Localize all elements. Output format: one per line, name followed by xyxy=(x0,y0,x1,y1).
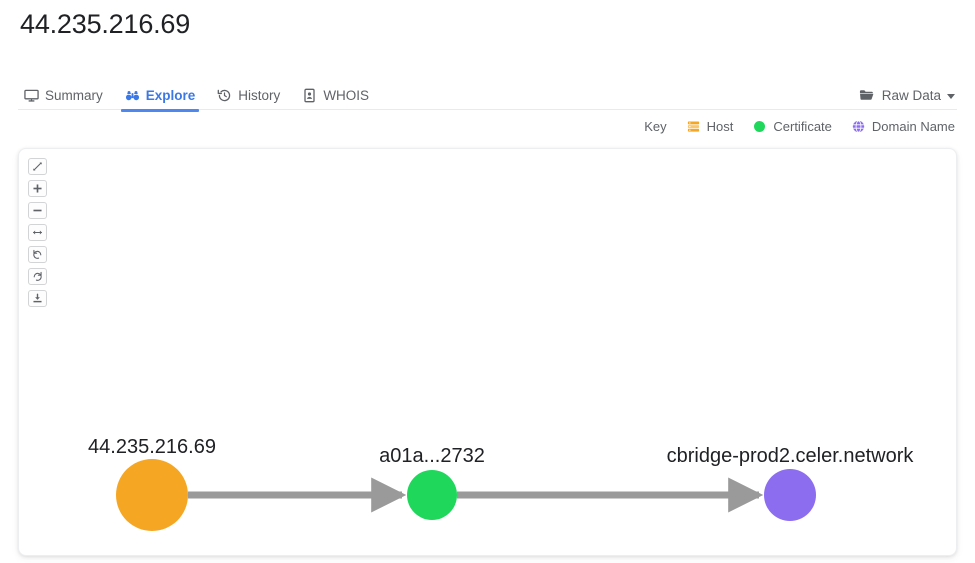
graph-node-domain[interactable] xyxy=(764,469,816,521)
graph-node-domain-label: cbridge-prod2.celer.network xyxy=(667,445,915,467)
legend-item-certificate[interactable]: Certificate xyxy=(753,119,832,134)
tab-explore-label: Explore xyxy=(145,87,196,103)
id-card-icon xyxy=(302,88,317,103)
legend-item-host-label: Host xyxy=(706,119,734,134)
graph-node-labels: 44.235.216.69 a01a...2732 cbridge-prod2.… xyxy=(88,436,914,467)
binoculars-icon xyxy=(125,88,140,103)
graph-node-host[interactable] xyxy=(116,459,188,531)
tab-summary[interactable]: Summary xyxy=(18,82,114,108)
tab-history-label: History xyxy=(238,87,281,103)
graph-zoom-out-button[interactable] xyxy=(28,202,47,219)
graph-canvas[interactable]: 44.235.216.69 a01a...2732 cbridge-prod2.… xyxy=(19,149,956,555)
legend-item-domain[interactable]: Domain Name xyxy=(852,119,955,134)
graph-fit-width-button[interactable] xyxy=(28,224,47,241)
tab-bar: Summary Explore History WHOIS Raw Data xyxy=(18,82,957,112)
globe-icon xyxy=(852,120,865,133)
page-title: 44.235.216.69 xyxy=(20,9,191,39)
tab-history[interactable]: History xyxy=(206,82,291,108)
chevron-down-icon xyxy=(947,93,955,99)
graph-download-button[interactable] xyxy=(28,290,47,307)
raw-data-label: Raw Data xyxy=(881,87,941,103)
legend-item-domain-label: Domain Name xyxy=(871,119,955,134)
server-icon xyxy=(687,120,700,133)
graph-node-certificate-label: a01a...2732 xyxy=(379,445,485,467)
graph-fullscreen-button[interactable] xyxy=(28,158,47,175)
graph-toolbar xyxy=(28,158,47,307)
circle-icon xyxy=(753,120,766,133)
tab-summary-label: Summary xyxy=(45,87,103,103)
legend-title: Key xyxy=(644,119,667,134)
graph-node-certificate[interactable] xyxy=(407,470,457,520)
legend-item-certificate-label: Certificate xyxy=(773,119,832,134)
tab-explore[interactable]: Explore xyxy=(114,82,207,112)
legend-item-host[interactable]: Host xyxy=(687,119,734,134)
explore-page: 44.235.216.69 Summary Explore History WH… xyxy=(0,0,975,563)
graph-node-host-label: 44.235.216.69 xyxy=(88,436,216,458)
graph-legend: Key Host Certificate Domain Name xyxy=(644,119,955,134)
tab-whois[interactable]: WHOIS xyxy=(291,82,380,108)
graph-undo-button[interactable] xyxy=(28,246,47,263)
history-clock-icon xyxy=(217,88,232,103)
raw-data-dropdown[interactable]: Raw Data xyxy=(859,82,957,108)
graph-redo-button[interactable] xyxy=(28,268,47,285)
monitor-icon xyxy=(24,88,39,103)
tab-list: Summary Explore History WHOIS xyxy=(18,82,380,112)
graph-zoom-in-button[interactable] xyxy=(28,180,47,197)
folder-icon xyxy=(859,88,875,103)
tab-whois-label: WHOIS xyxy=(323,87,370,103)
graph-card: 44.235.216.69 a01a...2732 cbridge-prod2.… xyxy=(18,148,957,556)
